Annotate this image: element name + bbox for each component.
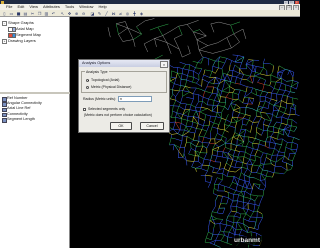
tree-item-label: Segment Map xyxy=(16,32,41,37)
paste-icon[interactable]: ▥ xyxy=(44,11,49,16)
selected-segments-label: Selected segments only xyxy=(88,107,126,111)
collapse-icon[interactable]: − xyxy=(2,20,7,26)
copy-icon[interactable]: ❐ xyxy=(37,11,42,16)
dialog-close-icon[interactable]: × xyxy=(160,61,168,68)
tree-item-label: Axial Map xyxy=(16,26,34,31)
join-icon[interactable]: ⋈ xyxy=(111,11,116,16)
checkbox-icon[interactable] xyxy=(83,107,86,111)
new-icon[interactable]: ▯ xyxy=(2,11,7,16)
analysis-type-group: Analysis Type Topological (Axial) Metric… xyxy=(81,69,167,93)
metric-choice-note: (Metric does not perform choice calculat… xyxy=(84,113,152,117)
analysis-type-label: Analysis Type xyxy=(85,69,109,74)
axial-icon[interactable]: ╋ xyxy=(132,11,137,16)
undo-icon[interactable]: ↶ xyxy=(51,11,56,16)
attribute-icon xyxy=(2,117,7,123)
ok-button[interactable]: OK xyxy=(110,122,132,130)
open-icon[interactable]: ▭ xyxy=(9,11,14,16)
line-icon[interactable]: ╱ xyxy=(104,11,109,16)
attribute-icon xyxy=(2,112,7,118)
radius-input[interactable]: n xyxy=(118,96,152,102)
cut-icon[interactable]: ✂ xyxy=(30,11,35,16)
expand-icon[interactable]: + xyxy=(2,38,7,44)
radius-label: Radius (Metric units): xyxy=(83,97,117,101)
radio-topological-label: Topological (Axial) xyxy=(91,78,120,82)
step-depth-icon[interactable]: ◎ xyxy=(125,11,130,16)
attribute-icon xyxy=(2,107,7,113)
attribute-icon xyxy=(2,102,7,107)
print-icon[interactable]: ▤ xyxy=(23,11,28,16)
toolbar: ▯ ▭ ■ ▤ ✂ ❐ ▥ ↶ ↖ ✥ ⊕ ⊖ ◪ ✎ ╱ ⋈ ≠ ◎ ╋ ◈ xyxy=(0,10,300,17)
zoom-out-icon[interactable]: ⊖ xyxy=(81,11,86,16)
cancel-button[interactable]: Cancel xyxy=(140,122,164,130)
pan-icon[interactable]: ✥ xyxy=(67,11,72,16)
select-icon[interactable]: ↖ xyxy=(60,11,65,16)
map-roads-grey xyxy=(107,18,247,58)
attribute-icon xyxy=(2,97,7,102)
radio-button-icon[interactable] xyxy=(86,78,89,82)
radio-button-icon[interactable] xyxy=(86,85,89,89)
fill-icon[interactable]: ◪ xyxy=(90,11,95,16)
zoom-in-icon[interactable]: ⊕ xyxy=(74,11,79,16)
watermark: urbanmt xyxy=(232,236,262,245)
map-roads-green xyxy=(115,21,299,248)
attribute-label: Segment Length xyxy=(7,116,35,121)
dialog-title: Analysis Options xyxy=(82,61,111,65)
layer-tree-panel: − Shape Graphs Axial Map Segment Map + D… xyxy=(0,17,70,92)
tree-item-label: Drawing Layers xyxy=(8,38,36,43)
tree-item-label: Shape Graphs xyxy=(8,20,34,25)
3d-view-icon[interactable]: ◈ xyxy=(139,11,144,16)
dialog-title-bar[interactable]: Analysis Options × xyxy=(79,60,169,68)
unjoin-icon[interactable]: ≠ xyxy=(118,11,123,16)
attribute-list-panel: Ref Number Angular Connectivity Axial Li… xyxy=(0,94,70,248)
save-icon[interactable]: ■ xyxy=(16,11,21,16)
radio-metric-label: Metric (Physical Distance) xyxy=(91,85,132,89)
pencil-icon[interactable]: ✎ xyxy=(97,11,102,16)
analysis-options-dialog: Analysis Options × Analysis Type Topolog… xyxy=(78,59,170,133)
